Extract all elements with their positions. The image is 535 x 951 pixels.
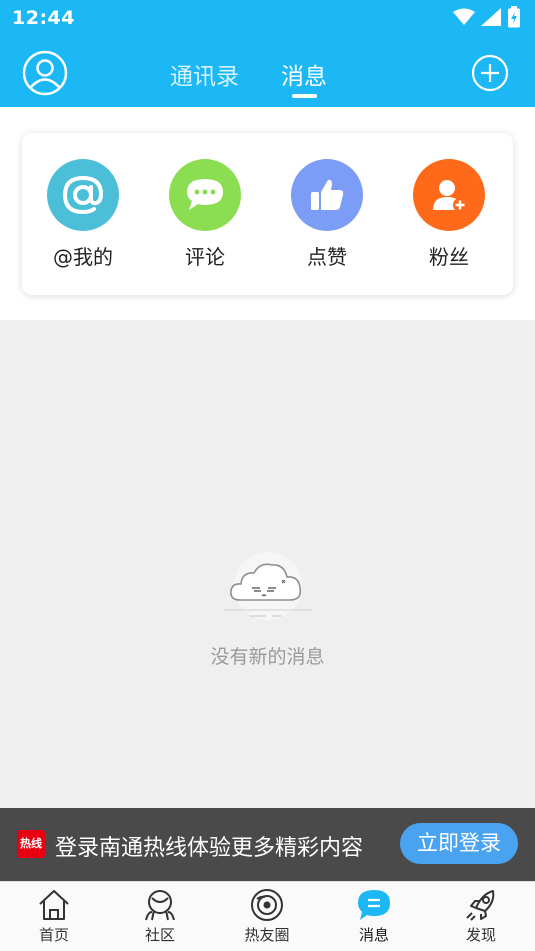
at-icon (47, 159, 119, 231)
login-banner: 热线 登录南通热线体验更多精彩内容 立即登录 (0, 808, 535, 881)
empty-message-text: 没有新的消息 (210, 646, 325, 668)
bottom-nav: 首页 社区 热友圈 消息 发现 (0, 881, 535, 951)
category-label: 评论 (185, 245, 225, 269)
active-tab-indicator (292, 94, 317, 98)
category-comments[interactable]: 评论 (150, 159, 260, 270)
category-mentions[interactable]: @我的 (28, 159, 138, 270)
friends-circle-icon (251, 889, 283, 921)
category-fans[interactable]: 粉丝 (394, 159, 504, 270)
app-logo: 热线 (17, 830, 45, 858)
cellular-signal-icon (481, 8, 501, 26)
nav-item-community[interactable]: 社区 (120, 888, 200, 945)
home-icon (39, 890, 69, 920)
nav-label: 消息 (358, 926, 389, 944)
category-label: 点赞 (307, 245, 347, 269)
tab-contacts[interactable]: 通讯录 (170, 57, 239, 91)
add-user-icon (413, 159, 485, 231)
login-prompt-text: 登录南通热线体验更多精彩内容 (55, 836, 364, 861)
comment-icon (169, 159, 241, 231)
plus-circle-icon (471, 54, 509, 92)
battery-icon (508, 6, 520, 28)
nav-label: 首页 (38, 926, 69, 944)
nav-label: 发现 (465, 926, 496, 944)
category-card: @我的 评论 点赞 粉丝 (22, 133, 513, 295)
status-time: 12:44 (12, 7, 75, 29)
nav-item-home[interactable]: 首页 (14, 888, 94, 945)
category-label: 粉丝 (429, 245, 469, 269)
tab-messages[interactable]: 消息 (281, 57, 327, 91)
category-section: @我的 评论 点赞 粉丝 (0, 107, 535, 320)
message-icon (358, 890, 390, 920)
login-now-button[interactable]: 立即登录 (400, 823, 518, 864)
message-list-empty: 没有新的消息 (0, 320, 535, 808)
thumbs-up-icon (291, 159, 363, 231)
nav-item-friends-circle[interactable]: 热友圈 (227, 888, 307, 945)
nav-item-messages[interactable]: 消息 (334, 888, 414, 945)
wifi-icon (453, 8, 475, 25)
status-bar: 12:44 (0, 0, 535, 38)
user-avatar-icon (22, 50, 68, 96)
status-icons (453, 6, 521, 28)
nav-label: 热友圈 (244, 926, 290, 944)
top-nav: 通讯录 消息 (0, 38, 535, 107)
sleepy-cloud-icon (216, 550, 320, 630)
category-label: @我的 (53, 245, 113, 269)
rocket-icon (466, 890, 495, 921)
community-icon (145, 890, 175, 921)
nav-item-discover[interactable]: 发现 (441, 888, 521, 945)
add-button[interactable] (471, 54, 509, 92)
category-likes[interactable]: 点赞 (272, 159, 382, 270)
nav-label: 社区 (144, 926, 175, 944)
avatar-button[interactable] (22, 50, 68, 96)
